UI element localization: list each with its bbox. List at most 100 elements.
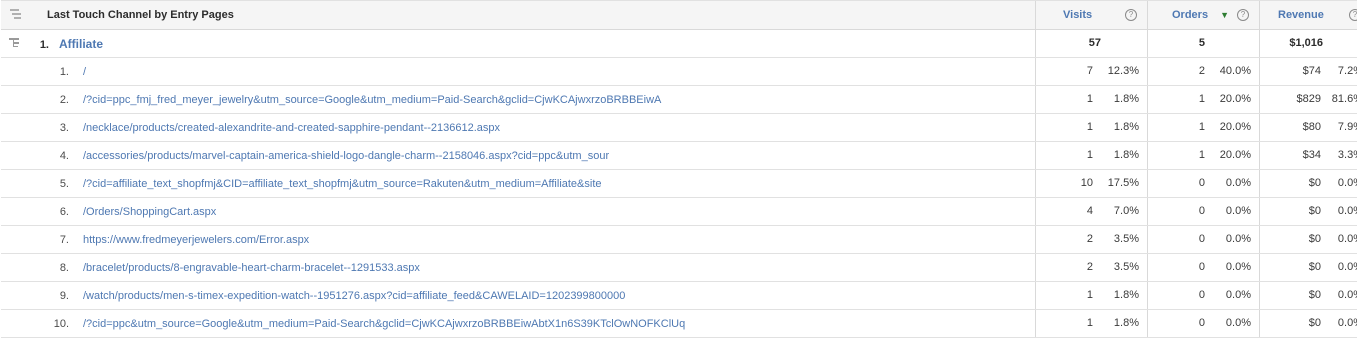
- revenue-column-header[interactable]: Revenue ?: [1259, 0, 1357, 30]
- breakdown-icon[interactable]: [8, 36, 24, 48]
- entry-page-link[interactable]: /?cid=ppc&utm_source=Google&utm_medium=P…: [83, 318, 685, 330]
- visits-percent: 1.8%: [1113, 93, 1139, 105]
- row-icon-cell: [1, 57, 31, 86]
- orders-percent: 0.0%: [1225, 289, 1251, 301]
- orders-percent: 0.0%: [1225, 261, 1251, 273]
- row-icon-cell: [1, 281, 31, 310]
- group-row[interactable]: 1. Affiliate 57 5 $1,016: [1, 29, 1357, 58]
- revenue-value: $0: [1308, 205, 1321, 217]
- visits-percent: 1.8%: [1113, 289, 1139, 301]
- orders-value: 0: [1198, 177, 1205, 189]
- visits-cell: 1 1.8%: [1035, 309, 1148, 338]
- sort-descending-icon[interactable]: ▼: [1220, 10, 1229, 20]
- revenue-value: $0: [1308, 317, 1321, 329]
- orders-value: 0: [1198, 261, 1205, 273]
- row-dimension-cell: 3. /necklace/products/created-alexandrite…: [31, 113, 1036, 142]
- group-label[interactable]: Affiliate: [59, 37, 103, 51]
- group-revenue-cell: $1,016: [1259, 29, 1357, 58]
- visits-cell: 1 1.8%: [1035, 141, 1148, 170]
- orders-column-header[interactable]: Orders ▼ ?: [1147, 0, 1260, 30]
- revenue-cell: $34 3.3%: [1259, 141, 1357, 170]
- visits-percent: 7.0%: [1113, 205, 1139, 217]
- entry-page-link[interactable]: /?cid=ppc_fmj_fred_meyer_jewelry&utm_sou…: [83, 94, 661, 106]
- table-row[interactable]: 4. /accessories/products/marvel-captain-a…: [1, 141, 1357, 170]
- orders-cell: 0 0.0%: [1147, 225, 1260, 254]
- revenue-percent: 0.0%: [1337, 317, 1357, 329]
- group-dimension-cell: 1. Affiliate: [31, 29, 1036, 58]
- revenue-value: $829: [1296, 93, 1321, 105]
- row-dimension-cell: 6. /Orders/ShoppingCart.aspx: [31, 197, 1036, 226]
- entry-page-link[interactable]: /necklace/products/created-alexandrite-a…: [83, 122, 500, 134]
- orders-value: 0: [1198, 317, 1205, 329]
- visits-value: 1: [1086, 121, 1093, 133]
- row-icon-cell: [1, 85, 31, 114]
- row-dimension-cell: 7. https://www.fredmeyerjewelers.com/Erro…: [31, 225, 1036, 254]
- hierarchy-icon: [10, 8, 21, 19]
- visits-percent: 1.8%: [1113, 149, 1139, 161]
- visits-value: 2: [1086, 261, 1093, 273]
- orders-value: 1: [1198, 149, 1205, 161]
- revenue-percent: 3.3%: [1337, 149, 1357, 161]
- table-row[interactable]: 5. /?cid=affiliate_text_shopfmj&CID=affil…: [1, 169, 1357, 198]
- table-row[interactable]: 8. /bracelet/products/8-engravable-heart-…: [1, 253, 1357, 282]
- visits-percent: 17.5%: [1107, 177, 1139, 189]
- revenue-cell: $0 0.0%: [1259, 309, 1357, 338]
- help-icon[interactable]: ?: [1125, 9, 1137, 21]
- orders-percent: 20.0%: [1219, 149, 1251, 161]
- entry-page-link[interactable]: https://www.fredmeyerjewelers.com/Error.…: [83, 234, 309, 246]
- visits-value: 1: [1086, 149, 1093, 161]
- row-dimension-cell: 4. /accessories/products/marvel-captain-a…: [31, 141, 1036, 170]
- table-row[interactable]: 10. /?cid=ppc&utm_source=Google&utm_mediu…: [1, 309, 1357, 338]
- help-icon[interactable]: ?: [1237, 9, 1249, 21]
- row-dimension-cell: 2. /?cid=ppc_fmj_fred_meyer_jewelry&utm_s…: [31, 85, 1036, 114]
- group-revenue-value: $1,016: [1289, 37, 1323, 49]
- orders-value: 1: [1198, 121, 1205, 133]
- orders-value: 0: [1198, 205, 1205, 217]
- row-icon-cell: [1, 197, 31, 226]
- table-row[interactable]: 7. https://www.fredmeyerjewelers.com/Erro…: [1, 225, 1357, 254]
- revenue-value: $0: [1308, 233, 1321, 245]
- group-orders-cell: 5: [1147, 29, 1260, 58]
- orders-cell: 0 0.0%: [1147, 281, 1260, 310]
- visits-cell: 7 12.3%: [1035, 57, 1148, 86]
- row-index: 7.: [59, 233, 69, 246]
- group-orders-value: 5: [1198, 37, 1205, 49]
- visits-column-header[interactable]: Visits ?: [1035, 0, 1148, 30]
- table-row[interactable]: 3. /necklace/products/created-alexandrite…: [1, 113, 1357, 142]
- table-row[interactable]: 1. / 7 12.3% 2 40.0% $74 7.2%: [1, 57, 1357, 86]
- table-row[interactable]: 2. /?cid=ppc_fmj_fred_meyer_jewelry&utm_s…: [1, 85, 1357, 114]
- table-row[interactable]: 6. /Orders/ShoppingCart.aspx 4 7.0% 0 0.0% $0 0…: [1, 197, 1357, 226]
- entry-page-link[interactable]: /accessories/products/marvel-captain-ame…: [83, 150, 609, 162]
- revenue-cell: $0 0.0%: [1259, 281, 1357, 310]
- row-index: 5.: [59, 177, 69, 190]
- dimension-header[interactable]: Last Touch Channel by Entry Pages: [31, 0, 1036, 30]
- table-row[interactable]: 9. /watch/products/men-s-timex-expedition…: [1, 281, 1357, 310]
- revenue-percent: 0.0%: [1337, 233, 1357, 245]
- visits-percent: 12.3%: [1107, 65, 1139, 77]
- orders-header-label[interactable]: Orders: [1172, 9, 1208, 21]
- help-icon[interactable]: ?: [1349, 9, 1357, 21]
- orders-value: 2: [1198, 65, 1205, 77]
- entry-page-link[interactable]: /bracelet/products/8-engravable-heart-ch…: [83, 262, 420, 274]
- visits-header-label[interactable]: Visits: [1063, 9, 1092, 21]
- row-dimension-cell: 8. /bracelet/products/8-engravable-heart-…: [31, 253, 1036, 282]
- revenue-value: $34: [1302, 149, 1321, 161]
- group-visits-cell: 57: [1035, 29, 1148, 58]
- revenue-cell: $0 0.0%: [1259, 253, 1357, 282]
- revenue-value: $80: [1302, 121, 1321, 133]
- revenue-cell: $0 0.0%: [1259, 169, 1357, 198]
- revenue-percent: 81.6%: [1331, 93, 1357, 105]
- visits-cell: 1 1.8%: [1035, 85, 1148, 114]
- revenue-header-label[interactable]: Revenue: [1278, 9, 1324, 21]
- orders-percent: 20.0%: [1219, 121, 1251, 133]
- entry-page-link[interactable]: /: [83, 66, 86, 78]
- revenue-cell: $0 0.0%: [1259, 225, 1357, 254]
- entry-page-link[interactable]: /Orders/ShoppingCart.aspx: [83, 206, 216, 218]
- breakdown-menu-icon[interactable]: [1, 0, 31, 30]
- revenue-percent: 0.0%: [1337, 261, 1357, 273]
- row-icon-cell: [1, 253, 31, 282]
- revenue-percent: 7.2%: [1337, 65, 1357, 77]
- entry-page-link[interactable]: /?cid=affiliate_text_shopfmj&CID=affilia…: [83, 178, 602, 190]
- entry-page-link[interactable]: /watch/products/men-s-timex-expedition-w…: [83, 290, 625, 302]
- visits-cell: 2 3.5%: [1035, 225, 1148, 254]
